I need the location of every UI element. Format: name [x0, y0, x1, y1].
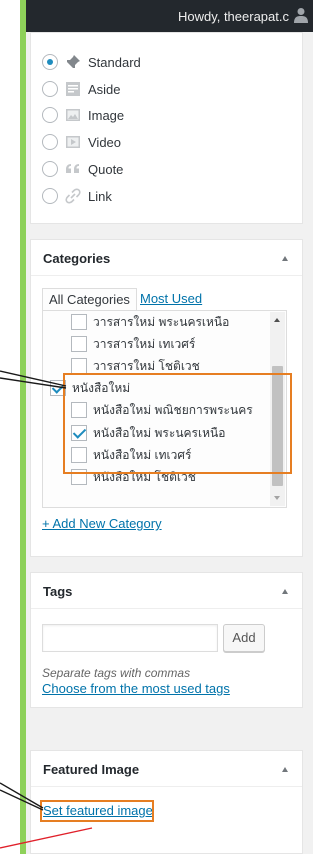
radio-aside[interactable] [42, 81, 58, 97]
format-option-link[interactable]: Link [42, 186, 112, 206]
scrollbar-thumb[interactable] [272, 366, 283, 486]
add-tag-button[interactable]: Add [223, 624, 265, 652]
format-label: Image [88, 107, 125, 123]
category-checkbox[interactable] [71, 425, 87, 441]
format-option-aside[interactable]: Aside [42, 79, 121, 99]
tags-hint: Separate tags with commas [42, 666, 191, 680]
user-icon[interactable] [294, 7, 308, 23]
category-item[interactable]: หนังสือใหม่ พณิชยการพระนคร [71, 399, 253, 421]
aside-icon [64, 80, 82, 98]
link-icon [64, 187, 82, 205]
scroll-up-arrow-icon[interactable] [274, 318, 280, 322]
category-checkbox[interactable] [71, 469, 87, 485]
category-item[interactable]: หนังสือใหม่ เทเวศร์ [71, 444, 191, 466]
category-checkbox[interactable] [71, 447, 87, 463]
howdy-greeting[interactable]: Howdy, theerapat.c [178, 9, 289, 24]
category-label: วารสารใหม่ พระนครเหนือ [93, 314, 230, 329]
pin-icon [64, 53, 82, 71]
format-label: Aside [88, 81, 121, 97]
category-checkbox[interactable] [50, 380, 66, 396]
category-item[interactable]: หนังสือใหม่ พระนครเหนือ [71, 422, 225, 444]
quote-icon [64, 160, 82, 178]
collapse-arrow-icon[interactable] [282, 767, 288, 772]
category-checkbox[interactable] [71, 402, 87, 418]
category-item[interactable]: หนังสือใหม่ [50, 377, 130, 399]
radio-quote[interactable] [42, 161, 58, 177]
category-item[interactable]: หนังสือใหม่ โชติเวช [71, 466, 196, 488]
format-option-video[interactable]: Video [42, 132, 121, 152]
category-label: วารสารใหม่ โชติเวช [93, 358, 200, 373]
category-label: หนังสือใหม่ พณิชยการพระนคร [93, 402, 253, 417]
category-label: หนังสือใหม่ [72, 380, 131, 395]
video-icon [64, 133, 82, 151]
featured-image-header[interactable]: Featured Image [31, 751, 302, 787]
choose-most-used-tags-link[interactable]: Choose from the most used tags [42, 681, 230, 696]
format-option-quote[interactable]: Quote [42, 159, 123, 179]
format-option-standard[interactable]: Standard [42, 52, 141, 72]
tags-title: Tags [43, 584, 73, 599]
category-item[interactable]: วารสารใหม่ เทเวศร์ [71, 333, 195, 355]
category-label: หนังสือใหม่ พระนครเหนือ [93, 425, 226, 440]
add-new-category-link[interactable]: + Add New Category [42, 516, 162, 531]
format-option-image[interactable]: Image [42, 105, 124, 125]
format-label: Standard [88, 54, 141, 70]
tags-header[interactable]: Tags [31, 573, 302, 609]
scroll-down-arrow-icon[interactable] [274, 496, 280, 500]
featured-image-title: Featured Image [43, 762, 140, 777]
category-item[interactable]: วารสารใหม่ พระนครเหนือ [71, 311, 229, 333]
admin-bar: Howdy, theerapat.c [26, 0, 313, 32]
radio-video[interactable] [42, 134, 58, 150]
radio-standard[interactable] [42, 54, 58, 70]
format-label: Video [88, 134, 122, 150]
collapse-arrow-icon[interactable] [282, 589, 288, 594]
categories-header[interactable]: Categories [31, 240, 302, 276]
category-label: หนังสือใหม่ เทเวศร์ [93, 447, 192, 462]
radio-image[interactable] [42, 107, 58, 123]
featured-image-box: Featured Image [30, 750, 303, 854]
checklist-scrollbar[interactable] [270, 312, 285, 506]
tags-input[interactable] [42, 624, 218, 652]
category-item[interactable]: วารสารใหม่ โชติเวช [71, 355, 200, 377]
category-label: วารสารใหม่ เทเวศร์ [93, 336, 196, 351]
category-checklist[interactable]: วารสารใหม่ พระนครเหนือ วารสารใหม่ เทเวศร… [42, 310, 287, 508]
category-checkbox[interactable] [71, 314, 87, 330]
format-label: Quote [88, 161, 124, 177]
set-featured-image-link[interactable]: Set featured image [43, 803, 153, 818]
category-checkbox[interactable] [71, 358, 87, 374]
collapse-arrow-icon[interactable] [282, 256, 288, 261]
categories-title: Categories [43, 251, 111, 266]
format-label: Link [88, 188, 112, 204]
image-icon [64, 106, 82, 124]
radio-link[interactable] [42, 188, 58, 204]
category-checkbox[interactable] [71, 336, 87, 352]
tab-all-categories[interactable]: All Categories [42, 288, 137, 311]
category-label: หนังสือใหม่ โชติเวช [93, 469, 196, 484]
tab-most-used[interactable]: Most Used [134, 288, 208, 311]
